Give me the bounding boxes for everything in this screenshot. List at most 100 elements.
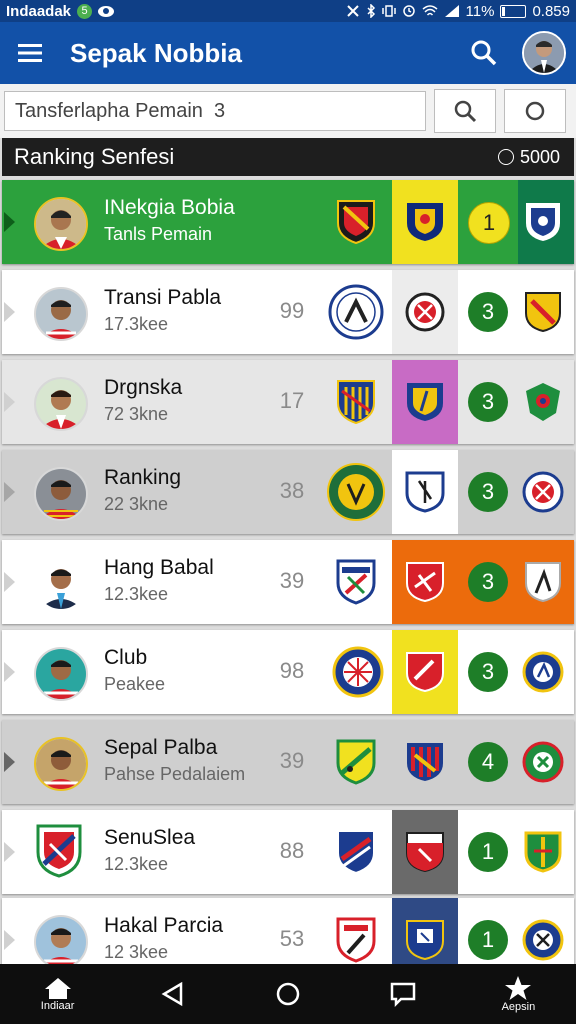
rank-badge: 1: [468, 202, 510, 244]
profile-avatar[interactable]: [522, 31, 566, 75]
signal-icon: [444, 5, 459, 17]
rank-badge: 3: [468, 562, 508, 602]
player-name: Hakal Parcia: [104, 914, 224, 937]
player-avatar: [34, 197, 88, 251]
coin-balance: 5000: [497, 146, 560, 168]
expand-arrow-icon: [4, 930, 15, 950]
player-score: 39: [279, 748, 305, 773]
expand-arrow-icon: [4, 302, 15, 322]
nav-home[interactable]: Indiaar: [0, 964, 115, 1024]
player-name: Sepal Palba: [104, 736, 218, 759]
player-name: Ranking: [104, 466, 182, 489]
club-crest-icon: [327, 463, 385, 521]
ranking-row[interactable]: SenuSlea 12.3kee 88 1: [2, 810, 574, 894]
sponsor-crest-icon: [526, 203, 560, 241]
team-badge-icon: [407, 383, 443, 421]
sponsor-crest-icon: [526, 383, 560, 421]
home-circle-icon: [276, 982, 300, 1006]
sponsor-crest-icon: [522, 651, 564, 693]
ranking-row[interactable]: Transi Pabla 17.3kee 99 3: [2, 270, 574, 354]
sponsor-crest-icon: [524, 831, 562, 873]
player-detail: 12.3kee: [104, 854, 169, 874]
circle-icon: [525, 101, 545, 121]
sponsor-crest-icon: [522, 919, 564, 961]
nav-recents[interactable]: [346, 964, 461, 1024]
eye-icon: [98, 5, 115, 17]
player-avatar: [34, 287, 88, 341]
team-badge-icon: [406, 920, 444, 961]
player-name: Hang Babal: [104, 556, 214, 579]
team-badge-icon: [407, 203, 443, 241]
alarm-icon: [402, 5, 415, 17]
player-avatar: [34, 377, 88, 431]
search-input[interactable]: [4, 91, 426, 131]
star-icon: [505, 976, 532, 1000]
nav-favorites[interactable]: Aepsin: [461, 964, 576, 1024]
hamburger-icon: [18, 44, 42, 62]
ranking-row[interactable]: Sepal Palba Pahse Pedalaiem 39 4: [2, 720, 574, 804]
back-triangle-icon: [161, 981, 183, 1007]
player-avatar: [34, 647, 88, 701]
club-crest-icon: [336, 559, 376, 605]
team-badge-icon: [406, 562, 444, 603]
rank-badge: 1: [468, 920, 508, 960]
sponsor-crest-icon: [525, 292, 561, 333]
coin-icon: [497, 149, 514, 165]
section-title: Ranking Senfesi: [14, 144, 175, 169]
expand-arrow-icon: [4, 212, 15, 232]
player-detail: Pahse Pedalaiem: [104, 764, 246, 784]
player-detail: 17.3kee: [104, 314, 169, 334]
club-crest-icon: [337, 200, 375, 245]
nav-favorites-label: Aepsin: [501, 1001, 536, 1013]
player-score: 99: [279, 298, 305, 323]
rank-badge: 3: [468, 292, 508, 332]
sponsor-crest-icon: [522, 741, 564, 783]
search-bar: [0, 84, 576, 138]
player-score: 17: [279, 388, 305, 413]
nav-home-circle[interactable]: [230, 964, 345, 1024]
player-avatar: [34, 467, 88, 521]
search-submit-button[interactable]: [434, 89, 496, 133]
search-icon: [471, 40, 497, 66]
player-score: 53: [279, 926, 305, 951]
search-icon: [454, 100, 477, 123]
expand-arrow-icon: [4, 392, 15, 412]
nav-home-label: Indiaar: [40, 1000, 75, 1012]
ranking-row[interactable]: Ranking 22 3kne 38 3: [2, 450, 574, 534]
search-button[interactable]: [460, 29, 508, 77]
player-avatar: [34, 557, 88, 611]
menu-button[interactable]: [0, 22, 60, 84]
player-score: 98: [279, 658, 305, 683]
expand-arrow-icon: [4, 572, 15, 592]
club-crest-icon: [337, 380, 375, 425]
carrier-label: Indaadak: [6, 2, 72, 20]
home-icon: [44, 978, 71, 999]
team-badge-icon: [407, 743, 443, 781]
player-name: Transi Pabla: [104, 286, 222, 309]
battery-percent: 11%: [465, 2, 495, 20]
player-score: 39: [279, 568, 305, 593]
player-name: INekgia Bobia: [104, 196, 235, 219]
club-crest-icon: [36, 824, 82, 878]
ranking-row[interactable]: Hang Babal 12.3kee 39 3: [2, 540, 574, 624]
expand-arrow-icon: [4, 842, 15, 862]
ranking-row[interactable]: Club Peakee 98 3: [2, 630, 574, 714]
filter-button[interactable]: [504, 89, 566, 133]
player-detail: 22 3kne: [104, 494, 169, 514]
sponsor-crest-icon: [522, 471, 564, 513]
player-name: SenuSlea: [104, 826, 196, 849]
notification-badge: 5: [77, 3, 93, 19]
vibrate-icon: [381, 5, 396, 17]
ranking-row[interactable]: INekgia Bobia Tanls Pemain 1: [2, 180, 574, 264]
ranking-row[interactable]: Drgnska 72 3kne 17 3: [2, 360, 574, 444]
app-title: Sepak Nobbia: [70, 37, 242, 68]
coin-amount: 5000: [519, 146, 560, 167]
battery-icon: [500, 4, 527, 18]
team-badge-icon: [405, 471, 445, 513]
sponsor-crest-icon: [525, 562, 561, 603]
chat-icon: [390, 982, 416, 1007]
nav-back[interactable]: [115, 964, 230, 1024]
status-bar: Indaadak 5 11% 0.859: [0, 0, 576, 22]
ranking-header: Ranking Senfesi 5000: [2, 138, 574, 176]
club-crest-icon: [337, 830, 375, 875]
